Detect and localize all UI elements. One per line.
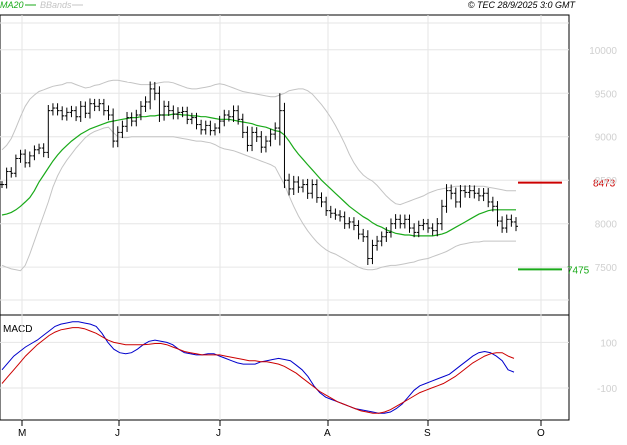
- macd-y-tick-label: -100: [597, 384, 617, 395]
- bbands-legend-label: BBands: [40, 0, 72, 10]
- macd-title: MACD: [3, 324, 32, 335]
- macd-y-tick-label: 100: [600, 338, 617, 349]
- price-y-tick-label: 7500: [595, 263, 618, 274]
- ma20-legend-label: MA20: [0, 0, 24, 10]
- x-tick-label: J: [115, 428, 120, 439]
- support-label: 7475: [567, 265, 590, 276]
- x-tick-label: M: [18, 428, 26, 439]
- macd-panel: [0, 314, 570, 421]
- price-y-tick-label: 9000: [595, 133, 618, 144]
- price-y-tick-label: 10000: [589, 46, 617, 57]
- copyright-text: © TEC 28/9/2025 3:0 GMT: [468, 0, 577, 10]
- price-y-tick-label: 8000: [595, 220, 618, 231]
- x-tick-label: J: [216, 428, 221, 439]
- price-y-tick-label: 9500: [595, 89, 618, 100]
- x-tick-label: S: [424, 428, 431, 439]
- chart-canvas: MA20 BBands © TEC 28/9/2025 3:0 GMT MACD…: [0, 0, 627, 440]
- x-tick-label: O: [537, 428, 545, 439]
- price-y-tick-label: 8500: [595, 176, 618, 187]
- chart: MA20 BBands © TEC 28/9/2025 3:0 GMT MACD…: [0, 0, 627, 440]
- x-tick-label: A: [324, 428, 331, 439]
